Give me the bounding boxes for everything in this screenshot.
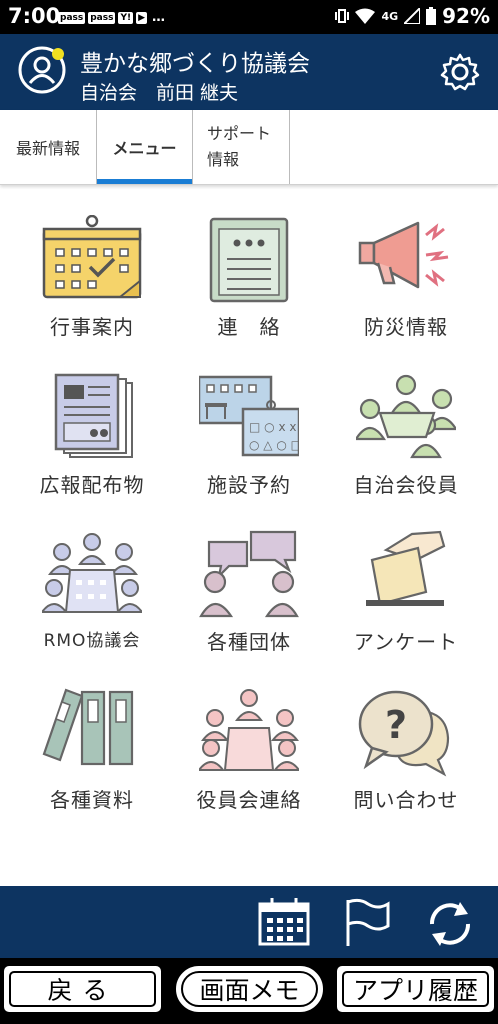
- app-history-label: アプリ履歴: [352, 976, 478, 1005]
- screen-memo-button[interactable]: 画面メモ: [176, 966, 323, 1012]
- tab-bar: 最新情報 メニュー サポート 情報: [0, 110, 498, 185]
- menu-item-documents[interactable]: 各種資料: [17, 688, 167, 828]
- user-info: 自治会 前田 継夫: [80, 82, 239, 104]
- menu-item-officers-council[interactable]: 役員会連絡: [174, 688, 324, 828]
- menu-item-events[interactable]: 行事案内: [17, 215, 167, 355]
- battery-level: 92%: [442, 4, 490, 28]
- system-nav-bar: 戻る 画面メモ アプリ履歴: [0, 958, 498, 1024]
- inquiry-bubble-icon: ?: [358, 690, 450, 777]
- menu-item-label: 防災情報: [364, 315, 448, 339]
- calendar-icon[interactable]: [258, 898, 310, 946]
- clipboard-icon: [209, 217, 289, 303]
- active-tab-indicator: [97, 179, 192, 184]
- network-type: 4G: [381, 9, 399, 23]
- wifi-icon: [355, 8, 376, 24]
- app-history-button[interactable]: アプリ履歴: [337, 966, 494, 1012]
- officers-council-icon: [199, 689, 299, 771]
- newsletter-icon: [54, 373, 133, 458]
- menu-item-inquiry[interactable]: ? 問い合わせ: [331, 688, 481, 828]
- menu-item-label: アンケート: [353, 630, 459, 654]
- vibrate-icon: [335, 9, 350, 23]
- yahoo-notification-icon: Y!: [118, 11, 134, 24]
- menu-item-label: 施設予約: [207, 473, 291, 497]
- menu-item-label: RMO協議会: [43, 631, 141, 651]
- menu-item-rmo-council[interactable]: RMO協議会: [17, 530, 167, 670]
- binders-icon: [42, 688, 134, 766]
- more-notifications-icon: …: [152, 10, 166, 25]
- status-time: 7:00: [8, 4, 61, 28]
- tab-support-info[interactable]: サポート 情報: [193, 110, 290, 184]
- app-header: 豊かな郷づくり協議会 自治会 前田 継夫: [0, 34, 498, 110]
- svg-text:○ △ ○ □: ○ △ ○ □: [249, 438, 299, 452]
- flag-icon[interactable]: [344, 898, 392, 948]
- user-avatar-icon[interactable]: [18, 46, 66, 94]
- council-meeting-icon: [42, 533, 142, 613]
- menu-item-label: 広報配布物: [39, 473, 145, 497]
- menu-item-officers[interactable]: 自治会役員: [331, 373, 481, 513]
- facility-booking-icon: □ ○ x x ○ △ ○ □: [199, 375, 299, 457]
- signal-icon: [404, 8, 421, 24]
- battery-icon: [426, 7, 437, 25]
- svg-text:?: ?: [385, 703, 407, 747]
- menu-item-newsletters[interactable]: 広報配布物: [17, 373, 167, 513]
- groups-chat-icon: [199, 530, 299, 618]
- menu-item-label: 連 絡: [217, 315, 281, 339]
- event-calendar-icon: [42, 215, 142, 299]
- tab-latest-news[interactable]: 最新情報: [0, 110, 96, 184]
- menu-item-label: 各種団体: [207, 630, 291, 654]
- menu-item-label: 行事案内: [50, 315, 134, 339]
- page-title: 豊かな郷づくり協議会: [80, 51, 310, 77]
- status-bar: 7:00 pass pass Y! ▶ … 4G 92%: [0, 0, 498, 34]
- menu-item-facility-booking[interactable]: □ ○ x x ○ △ ○ □ 施設予約: [174, 373, 324, 513]
- screen-memo-label: 画面メモ: [199, 976, 300, 1005]
- menu-item-label: 問い合わせ: [353, 788, 459, 812]
- bottom-toolbar: [0, 886, 498, 958]
- back-button-label: 戻る: [47, 976, 118, 1005]
- tab-menu[interactable]: メニュー: [96, 110, 193, 184]
- menu-item-contact[interactable]: 連 絡: [174, 215, 324, 355]
- notification-icons: pass pass Y! ▶ …: [58, 9, 167, 26]
- pass-notification-icon: pass: [88, 11, 116, 24]
- youtube-notification-icon: ▶: [136, 11, 148, 24]
- ballot-box-icon: [366, 530, 446, 606]
- pass-notification-icon: pass: [58, 11, 86, 24]
- menu-item-label: 自治会役員: [353, 473, 459, 497]
- menu-item-disaster-info[interactable]: 防災情報: [331, 215, 481, 355]
- tab-label: メニュー: [112, 139, 177, 158]
- tab-label-line2: 情報: [207, 150, 240, 169]
- svg-text:□ ○ x x: □ ○ x x: [249, 420, 296, 434]
- menu-item-survey[interactable]: アンケート: [331, 530, 481, 670]
- menu-item-label: 各種資料: [50, 788, 134, 812]
- back-button[interactable]: 戻る: [4, 966, 161, 1012]
- tab-label: 最新情報: [15, 139, 80, 158]
- settings-gear-icon[interactable]: [440, 52, 480, 92]
- menu-item-groups[interactable]: 各種団体: [174, 530, 324, 670]
- menu-item-label: 役員会連絡: [196, 788, 302, 812]
- officers-meeting-icon: [356, 374, 456, 459]
- refresh-icon[interactable]: [424, 898, 476, 950]
- megaphone-icon: [358, 221, 449, 289]
- tab-label-line1: サポート: [207, 124, 272, 143]
